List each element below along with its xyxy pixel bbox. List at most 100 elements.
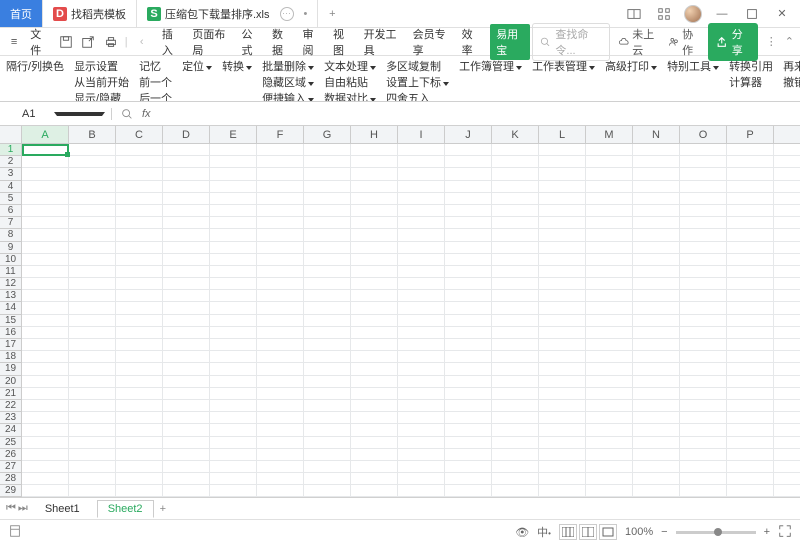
cell[interactable]	[445, 437, 492, 448]
collab-button[interactable]: 协作	[668, 26, 701, 58]
cell[interactable]	[492, 229, 539, 240]
cell[interactable]	[351, 339, 398, 350]
cell[interactable]	[539, 144, 586, 155]
cell[interactable]	[163, 278, 210, 289]
column-header[interactable]: L	[539, 126, 586, 143]
cell[interactable]	[445, 351, 492, 362]
cell[interactable]	[304, 205, 351, 216]
cell[interactable]	[69, 229, 116, 240]
cell[interactable]	[680, 327, 727, 338]
cell[interactable]	[492, 242, 539, 253]
cell[interactable]	[680, 449, 727, 460]
cell[interactable]	[586, 156, 633, 167]
cell[interactable]	[69, 376, 116, 387]
cell[interactable]	[398, 315, 445, 326]
cell[interactable]	[445, 181, 492, 192]
cell[interactable]	[351, 437, 398, 448]
cell[interactable]	[69, 266, 116, 277]
cell[interactable]	[680, 363, 727, 374]
cell[interactable]	[398, 242, 445, 253]
cell[interactable]	[22, 144, 69, 155]
column-header[interactable]: I	[398, 126, 445, 143]
cell[interactable]	[492, 193, 539, 204]
cell[interactable]	[539, 168, 586, 179]
cell[interactable]	[257, 388, 304, 399]
cell[interactable]	[69, 290, 116, 301]
cell[interactable]	[116, 217, 163, 228]
cell[interactable]	[304, 473, 351, 484]
cell[interactable]	[304, 327, 351, 338]
cell[interactable]	[116, 351, 163, 362]
cell[interactable]	[163, 473, 210, 484]
cell[interactable]	[680, 315, 727, 326]
row-header[interactable]: 5	[0, 193, 21, 205]
cell[interactable]	[539, 351, 586, 362]
cell[interactable]	[22, 437, 69, 448]
column-header[interactable]: D	[163, 126, 210, 143]
cell[interactable]	[257, 315, 304, 326]
cell[interactable]	[586, 363, 633, 374]
cell[interactable]	[586, 473, 633, 484]
cell[interactable]	[22, 193, 69, 204]
cell[interactable]	[116, 400, 163, 411]
cell[interactable]	[586, 424, 633, 435]
cell[interactable]	[22, 400, 69, 411]
cell[interactable]	[116, 229, 163, 240]
cell[interactable]	[492, 290, 539, 301]
cell[interactable]	[210, 193, 257, 204]
cell[interactable]	[163, 327, 210, 338]
cell[interactable]	[116, 412, 163, 423]
cell[interactable]	[210, 412, 257, 423]
ribbon-print[interactable]: 高级打印	[605, 60, 657, 74]
cell[interactable]	[445, 205, 492, 216]
cell[interactable]	[445, 242, 492, 253]
cell[interactable]	[398, 424, 445, 435]
cell[interactable]	[398, 449, 445, 460]
cell[interactable]	[163, 461, 210, 472]
cell[interactable]	[633, 181, 680, 192]
cell[interactable]	[257, 266, 304, 277]
cell[interactable]	[210, 339, 257, 350]
cell[interactable]	[116, 205, 163, 216]
cell[interactable]	[257, 278, 304, 289]
cell[interactable]	[69, 388, 116, 399]
cell[interactable]	[22, 290, 69, 301]
cell[interactable]	[351, 315, 398, 326]
search-input[interactable]: 查找命令...	[532, 23, 610, 61]
cell[interactable]	[116, 473, 163, 484]
cell[interactable]	[539, 315, 586, 326]
cell[interactable]	[210, 302, 257, 313]
cell[interactable]	[727, 388, 774, 399]
cell[interactable]	[163, 290, 210, 301]
cell[interactable]	[210, 266, 257, 277]
cell[interactable]	[69, 302, 116, 313]
cell[interactable]	[304, 363, 351, 374]
menu-insert[interactable]: 插入	[160, 24, 183, 60]
cell[interactable]	[727, 363, 774, 374]
cell[interactable]	[445, 449, 492, 460]
cell[interactable]	[69, 278, 116, 289]
cell[interactable]	[210, 168, 257, 179]
cell[interactable]	[163, 193, 210, 204]
cell[interactable]	[633, 278, 680, 289]
cell[interactable]	[163, 181, 210, 192]
cell[interactable]	[69, 400, 116, 411]
menu-formula[interactable]: 公式	[239, 24, 262, 60]
cell[interactable]	[22, 449, 69, 460]
cell[interactable]	[539, 327, 586, 338]
cell[interactable]	[116, 278, 163, 289]
cell[interactable]	[210, 229, 257, 240]
cell[interactable]	[163, 339, 210, 350]
cell[interactable]	[304, 315, 351, 326]
cell[interactable]	[116, 254, 163, 265]
cell[interactable]	[727, 339, 774, 350]
cell[interactable]	[398, 290, 445, 301]
ribbon-locate[interactable]: 定位	[182, 60, 212, 74]
cell[interactable]	[680, 388, 727, 399]
cell[interactable]	[210, 327, 257, 338]
print-icon[interactable]	[103, 33, 119, 51]
zoom-slider[interactable]	[676, 531, 756, 534]
zoom-out-button[interactable]: −	[661, 526, 667, 538]
row-header[interactable]: 27	[0, 461, 21, 473]
menu-review[interactable]: 审阅	[301, 24, 324, 60]
